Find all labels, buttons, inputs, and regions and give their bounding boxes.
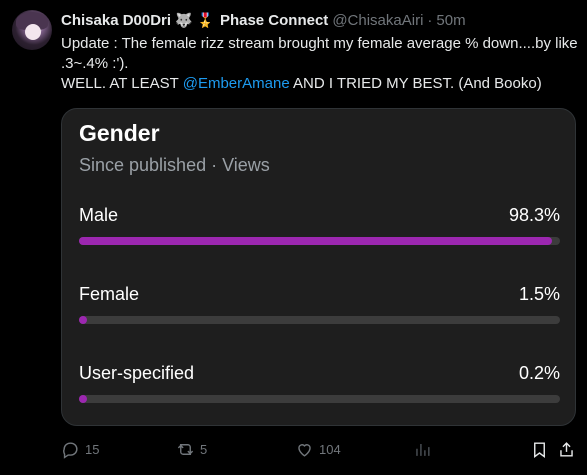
- reply-icon: [63, 441, 78, 459]
- author-avatar[interactable]: [12, 10, 52, 50]
- row-value: 0.2%: [518, 363, 560, 383]
- medal-emoji-icon: 🎖️: [196, 11, 214, 28]
- mention-link[interactable]: @EmberAmane: [183, 75, 290, 92]
- card-title: Gender: [79, 120, 160, 146]
- card-subtitle: Since published · Views: [79, 155, 270, 175]
- wolf-emoji-icon: 🐺: [175, 11, 193, 28]
- bookmark-button[interactable]: [530, 436, 549, 462]
- share-icon: [560, 441, 573, 457]
- tweet-line-2: WELL. AT LEAST @EmberAmane AND I TRIED M…: [61, 74, 581, 94]
- tweet-header: Chisaka D00Dri 🐺 🎖️ Phase Connect @Chisa…: [61, 9, 466, 31]
- gender-row-user-specified: User-specified 0.2%: [79, 363, 560, 411]
- row-value: 1.5%: [518, 284, 560, 304]
- views-icon: [416, 443, 430, 456]
- row-label: Male: [79, 205, 119, 225]
- bar-track: [79, 237, 560, 245]
- repost-button[interactable]: 5: [176, 436, 207, 462]
- row-label: User-specified: [79, 363, 195, 383]
- repost-icon: [177, 443, 194, 455]
- avatar-face: [25, 24, 41, 40]
- author-group[interactable]: Phase Connect: [220, 12, 328, 29]
- share-button[interactable]: [557, 436, 576, 462]
- post-time[interactable]: 50m: [436, 12, 465, 29]
- like-icon: [298, 443, 311, 457]
- reply-count: 15: [85, 441, 100, 457]
- like-count: 104: [319, 441, 341, 457]
- author-name[interactable]: Chisaka D00Dri: [61, 12, 171, 29]
- reply-button[interactable]: 15: [61, 436, 99, 462]
- like-button[interactable]: 104: [295, 436, 341, 462]
- bar-fill: [79, 316, 87, 324]
- tweet-actions: 15 5 104: [61, 436, 576, 462]
- header-separator: ·: [427, 11, 433, 29]
- tweet-text: Update : The female rizz stream brought …: [61, 34, 581, 94]
- tweet-line-2-end: AND I TRIED MY BEST. (And Booko): [289, 75, 542, 92]
- tweet-line-2-start: WELL. AT LEAST: [61, 75, 183, 92]
- repost-count: 5: [200, 441, 208, 457]
- author-handle[interactable]: @ChisakaAiri: [332, 12, 423, 29]
- row-label: Female: [79, 284, 140, 304]
- gender-row-male: Male 98.3%: [79, 205, 560, 253]
- gender-row-female: Female 1.5%: [79, 284, 560, 332]
- row-value: 98.3%: [508, 205, 560, 225]
- bar-fill: [79, 395, 87, 403]
- tweet-line-1: Update : The female rizz stream brought …: [61, 35, 578, 72]
- bar-track: [79, 395, 560, 403]
- bar-track: [79, 316, 560, 324]
- bookmark-icon: [534, 441, 545, 458]
- bar-fill: [79, 237, 552, 245]
- analytics-card[interactable]: Gender Since published · Views Male 98.3…: [61, 108, 576, 426]
- views-button[interactable]: [413, 436, 432, 462]
